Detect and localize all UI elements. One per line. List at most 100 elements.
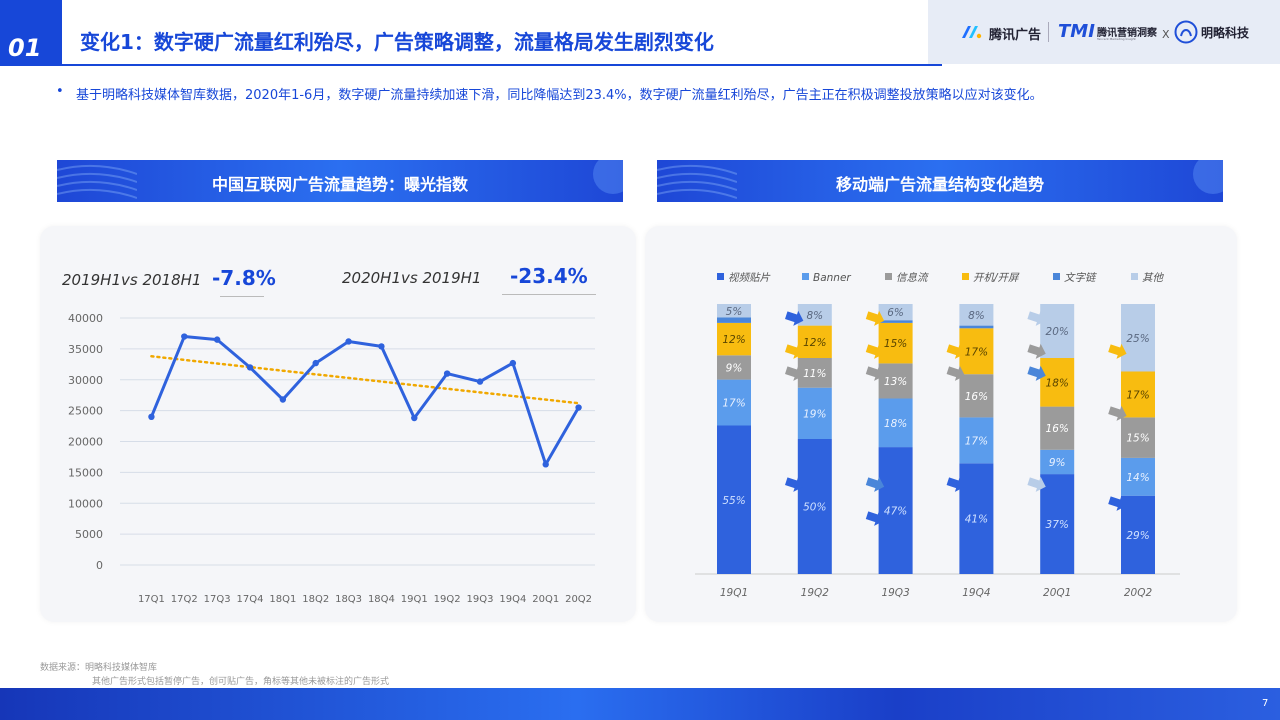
bar-value-label: 13% xyxy=(884,376,907,388)
comparison-value-1: -7.8% xyxy=(212,266,276,290)
bar-value-label: 12% xyxy=(722,334,745,346)
section-number: 01 xyxy=(8,34,42,62)
x-tick-label: 17Q2 xyxy=(171,594,198,605)
data-point xyxy=(443,370,451,377)
exposure-index-line-chart: 0 5000 10000 15000 20000 25000 30000 35000 40000… xyxy=(68,312,595,605)
x-tick-label: 17Q3 xyxy=(204,594,231,605)
bar-value-label: 17% xyxy=(722,398,745,410)
x-tick-label: 18Q2 xyxy=(302,594,329,605)
data-point xyxy=(279,396,287,403)
footer-bar xyxy=(0,688,1280,720)
y-tick-label: 5000 xyxy=(75,528,103,541)
bar-value-label: 15% xyxy=(884,338,907,350)
y-tick-label: 10000 xyxy=(68,497,103,510)
bar-segment xyxy=(959,325,994,329)
y-tick-label: 20000 xyxy=(68,436,103,449)
bar-value-label: 17% xyxy=(965,435,988,447)
left-chart-title: 中国互联网广告流量趋势：曝光指数 xyxy=(211,175,468,194)
y-tick-label: 15000 xyxy=(68,466,103,479)
legend-swatch xyxy=(802,273,809,280)
comparison-label-1: 2019H1vs 2018H1 xyxy=(62,271,202,289)
bar-value-label: 17% xyxy=(1126,389,1149,401)
legend-swatch xyxy=(885,273,892,280)
footnote: 其他广告形式包括暂停广告，创可贴广告，角标等其他未被标注的广告形式 xyxy=(92,677,390,687)
y-tick-label: 25000 xyxy=(68,405,103,418)
legend-swatch xyxy=(717,273,724,280)
data-point xyxy=(476,378,484,385)
x-tick-label: 19Q2 xyxy=(801,587,830,599)
bar-value-label: 17% xyxy=(965,346,988,358)
legend-swatch xyxy=(962,273,969,280)
page-number: 7 xyxy=(1262,698,1269,709)
bar-value-label: 18% xyxy=(1046,377,1069,389)
x-tick-label: 18Q3 xyxy=(335,594,362,605)
right-chart-banner: 移动端广告流量结构变化趋势 xyxy=(657,160,1223,202)
data-point xyxy=(148,413,155,420)
bar-value-label: 47% xyxy=(884,506,907,518)
y-tick-label: 40000 xyxy=(68,312,103,325)
x-tick-label: 18Q1 xyxy=(269,594,296,605)
bar-segment xyxy=(717,317,751,323)
y-tick-label: 0 xyxy=(96,559,103,572)
page-title: 变化1：数字硬广流量红利殆尽，广告策略调整，流量格局发生剧烈变化 xyxy=(80,30,714,54)
data-point xyxy=(246,364,254,371)
logo-cross: X xyxy=(1162,28,1170,41)
bar-value-label: 14% xyxy=(1126,472,1149,484)
summary-text: 基于明略科技媒体智库数据，2020年1-6月，数字硬广流量持续加速下滑，同比降幅… xyxy=(76,88,1043,103)
bar-value-label: 20% xyxy=(1046,326,1069,338)
x-tick-label: 19Q3 xyxy=(881,587,909,599)
x-tick-label: 19Q1 xyxy=(720,587,748,599)
bar-value-label: 25% xyxy=(1126,333,1149,345)
data-point xyxy=(312,359,319,367)
x-tick-label: 19Q4 xyxy=(962,587,990,599)
x-tick-label: 19Q3 xyxy=(467,594,494,605)
bar-value-label: 11% xyxy=(803,368,826,380)
bar-value-label: 5% xyxy=(726,306,743,318)
bar-value-label: 55% xyxy=(722,495,745,507)
legend-label: Banner xyxy=(813,272,851,284)
bar-value-label: 9% xyxy=(726,362,743,374)
legend-label: 开机/开屏 xyxy=(973,272,1020,284)
x-tick-label: 18Q4 xyxy=(368,594,395,605)
tencent-ads-logo-icon xyxy=(962,26,982,39)
bullet-marker: • xyxy=(56,84,64,99)
x-tick-label: 20Q2 xyxy=(1124,587,1153,599)
minglue-logo-text: 明略科技 xyxy=(1201,26,1250,40)
minglue-logo-icon xyxy=(1174,20,1198,44)
data-point xyxy=(181,333,188,340)
bar-value-label: 19% xyxy=(803,408,826,420)
series-line xyxy=(150,335,580,466)
comparison-label-2: 2020H1vs 2019H1 xyxy=(342,269,482,287)
bar-value-label: 37% xyxy=(1046,519,1069,531)
comparison-underline-1 xyxy=(220,296,264,297)
bar-value-label: 16% xyxy=(1046,423,1069,435)
x-tick-label: 20Q1 xyxy=(532,594,559,605)
x-tick-label: 19Q1 xyxy=(401,594,428,605)
data-point xyxy=(213,336,221,343)
data-point xyxy=(575,404,582,411)
y-tick-label: 30000 xyxy=(68,374,103,387)
tmi-logo-mark: TMI xyxy=(1058,21,1095,42)
x-tick-label: 17Q4 xyxy=(237,594,264,605)
x-tick-label: 17Q1 xyxy=(138,594,165,605)
bar-value-label: 8% xyxy=(968,310,985,322)
bar-value-label: 8% xyxy=(806,310,823,322)
bar-value-label: 50% xyxy=(803,502,826,514)
data-point xyxy=(378,343,385,350)
comparison-value-2: -23.4% xyxy=(510,264,588,288)
bar-value-label: 41% xyxy=(965,514,988,526)
data-source: 数据来源：明略科技媒体智库 xyxy=(40,663,158,673)
traffic-structure-stacked-bar-chart: 视频贴片 Banner 信息流 开机/开屏 文字链 其他 55% 17% 9% 12% 5% 19Q1… xyxy=(695,272,1180,599)
bar-value-label: 6% xyxy=(887,307,904,319)
data-point xyxy=(345,338,352,345)
logo-separator xyxy=(1048,22,1049,42)
legend-swatch xyxy=(1053,273,1060,280)
tencent-ads-logo-text: 腾讯广告 xyxy=(989,28,1042,43)
legend-label: 视频贴片 xyxy=(728,272,771,284)
bar-value-label: 29% xyxy=(1126,530,1149,542)
tmi-logo-subtext: Tencent Marketing Insight xyxy=(1097,37,1136,41)
comparison-underline-2 xyxy=(502,294,596,295)
legend-swatch xyxy=(1131,273,1138,280)
x-tick-label: 20Q2 xyxy=(565,594,592,605)
legend-label: 文字链 xyxy=(1064,272,1097,284)
